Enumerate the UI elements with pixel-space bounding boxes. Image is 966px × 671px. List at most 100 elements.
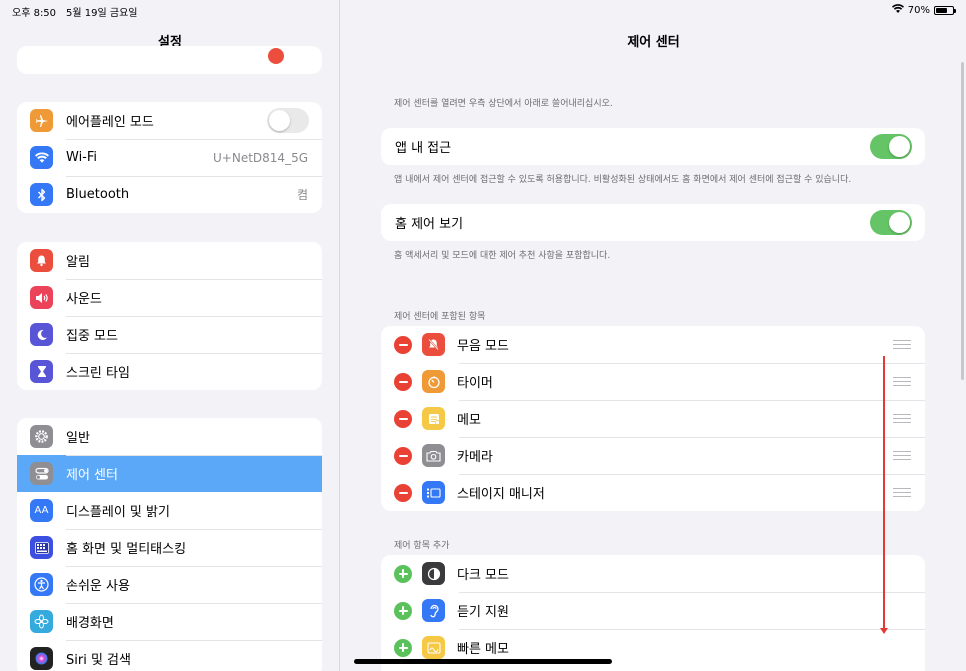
wifi-network-name: U+NetD814_5G: [213, 150, 308, 165]
control-label: 카메라: [457, 450, 493, 465]
remove-button[interactable]: [394, 446, 412, 465]
reorder-handle[interactable]: [893, 414, 911, 423]
home-controls-row: 홈 제어 보기: [381, 204, 925, 241]
control-label: 다크 모드: [457, 568, 509, 583]
sidebar-item-display[interactable]: AA 디스플레이 및 밝기: [17, 492, 322, 529]
wifi-icon: [30, 146, 53, 169]
included-controls-list: 무음 모드 타이머 메모 카메라 스테이지 매니저: [381, 326, 925, 511]
badge-icon: [268, 48, 284, 64]
included-item-notes: 메모: [381, 400, 925, 437]
included-item-stage-manager: 스테이지 매니저: [381, 474, 925, 511]
status-time: 오후 8:50: [12, 8, 57, 19]
sidebar-item-label: Bluetooth: [66, 187, 130, 202]
add-button[interactable]: [394, 564, 412, 583]
sidebar-group-general: 일반 제어 센터 AA 디스플레이 및 밝기 홈 화면 및 멀티태스킹 손쉬운 …: [17, 418, 322, 671]
sidebar-item-airplane[interactable]: 에어플레인 모드: [17, 102, 322, 139]
home-controls-label: 홈 제어 보기: [395, 217, 464, 232]
sidebar-item-label: 일반: [66, 431, 90, 446]
ear-icon: [422, 599, 445, 622]
hourglass-icon: [30, 360, 53, 383]
switches-icon: [30, 462, 53, 485]
home-controls-caption: 홈 액세서리 및 모드에 대한 제어 추천 사항을 포함합니다.: [394, 251, 611, 261]
text-size-icon: AA: [30, 499, 53, 522]
speaker-icon: [30, 286, 53, 309]
more-item-hearing: 듣기 지원: [381, 592, 925, 629]
sidebar-group-connectivity: 에어플레인 모드 Wi-Fi U+NetD814_5G Bluetooth 켬: [17, 102, 322, 213]
control-label: 빠른 메모: [457, 642, 509, 657]
reorder-handle[interactable]: [893, 377, 911, 386]
access-in-apps-toggle[interactable]: [870, 134, 912, 159]
gear-icon: [30, 425, 53, 448]
bell-icon: [30, 249, 53, 272]
sidebar-item-label: 스크린 타임: [66, 366, 130, 381]
bluetooth-status: 켬: [296, 188, 308, 202]
remove-button[interactable]: [394, 335, 412, 354]
more-section-header: 제어 항목 추가: [394, 541, 450, 551]
sidebar-item-label: 에어플레인 모드: [66, 115, 154, 130]
sidebar-item-label: 집중 모드: [66, 329, 118, 344]
included-item-silent-mode: 무음 모드: [381, 326, 925, 363]
remove-button[interactable]: [394, 372, 412, 391]
dark-mode-icon: [422, 562, 445, 585]
sidebar-item-label: 제어 센터: [66, 468, 118, 483]
page-title: 제어 센터: [627, 35, 680, 50]
sidebar-item-general[interactable]: 일반: [17, 418, 322, 455]
quick-note-icon: [422, 636, 445, 659]
control-label: 스테이지 매니저: [457, 487, 545, 502]
airplane-icon: [30, 109, 53, 132]
bell-slash-icon: [422, 333, 445, 356]
remove-button[interactable]: [394, 483, 412, 502]
sidebar-item-home-screen[interactable]: 홈 화면 및 멀티태스킹: [17, 529, 322, 566]
intro-caption: 제어 센터를 열려면 우측 상단에서 아래로 쓸어내리십시오.: [394, 99, 613, 109]
included-item-camera: 카메라: [381, 437, 925, 474]
timer-icon: [422, 370, 445, 393]
accessibility-icon: [30, 573, 53, 596]
remove-button[interactable]: [394, 409, 412, 428]
home-controls-toggle[interactable]: [870, 210, 912, 235]
sidebar-item-screen-time[interactable]: 스크린 타임: [17, 353, 322, 390]
included-item-timer: 타이머: [381, 363, 925, 400]
sidebar-item-wallpaper[interactable]: 배경화면: [17, 603, 322, 640]
sidebar-item-focus[interactable]: 집중 모드: [17, 316, 322, 353]
home-indicator[interactable]: [354, 659, 612, 664]
sidebar-item-label: 홈 화면 및 멀티태스킹: [66, 542, 187, 557]
bluetooth-icon: [30, 183, 53, 206]
sidebar-group-notifications: 알림 사운드 집중 모드 스크린 타임: [17, 242, 322, 390]
sidebar-item-label: Wi-Fi: [66, 150, 98, 165]
sidebar-item-label: 손쉬운 사용: [66, 579, 130, 594]
sidebar-item-label: 알림: [66, 255, 90, 270]
status-bar: 오후 8:50 5월 19일 금요일 70%: [0, 0, 966, 20]
sidebar-item-notifications[interactable]: 알림: [17, 242, 322, 279]
annotation-arrow-line: [883, 356, 885, 630]
battery-percent: 70%: [907, 4, 930, 16]
access-in-apps-label: 앱 내 접근: [395, 141, 452, 156]
flower-icon: [30, 610, 53, 633]
control-center-pane: 제어 센터 제어 센터를 열려면 우측 상단에서 아래로 쓸어내리십시오. 앱 …: [341, 0, 966, 671]
scroll-indicator[interactable]: [961, 62, 964, 380]
reorder-handle[interactable]: [893, 451, 911, 460]
airplane-mode-toggle[interactable]: [267, 108, 309, 133]
sidebar-item-wifi[interactable]: Wi-Fi U+NetD814_5G: [17, 139, 322, 176]
battery-icon: [934, 5, 956, 15]
control-label: 듣기 지원: [457, 605, 509, 620]
home-controls-card: 홈 제어 보기: [381, 204, 925, 241]
reorder-handle[interactable]: [893, 340, 911, 349]
control-label: 무음 모드: [457, 339, 509, 354]
add-button[interactable]: [394, 601, 412, 620]
control-label: 타이머: [457, 376, 493, 391]
moon-icon: [30, 323, 53, 346]
sidebar-item-label: Siri 및 검색: [66, 653, 131, 668]
sidebar-item-bluetooth[interactable]: Bluetooth 켬: [17, 176, 322, 213]
sidebar-item-accessibility[interactable]: 손쉬운 사용: [17, 566, 322, 603]
wifi-status-icon: [891, 4, 904, 16]
access-in-apps-row: 앱 내 접근: [381, 128, 925, 165]
settings-sidebar: 설정 에어플레인 모드 Wi-Fi U+NetD814_5G Bluetooth…: [0, 0, 340, 671]
access-in-apps-caption: 앱 내에서 제어 센터에 접근할 수 있도록 허용합니다. 비활성화된 상태에서…: [394, 175, 852, 185]
sidebar-item-sounds[interactable]: 사운드: [17, 279, 322, 316]
sidebar-group-top-clipped: [17, 46, 322, 74]
reorder-handle[interactable]: [893, 488, 911, 497]
sidebar-item-control-center[interactable]: 제어 센터: [17, 455, 322, 492]
sidebar-item-siri[interactable]: Siri 및 검색: [17, 640, 322, 671]
control-label: 메모: [457, 413, 481, 428]
add-button[interactable]: [394, 638, 412, 657]
